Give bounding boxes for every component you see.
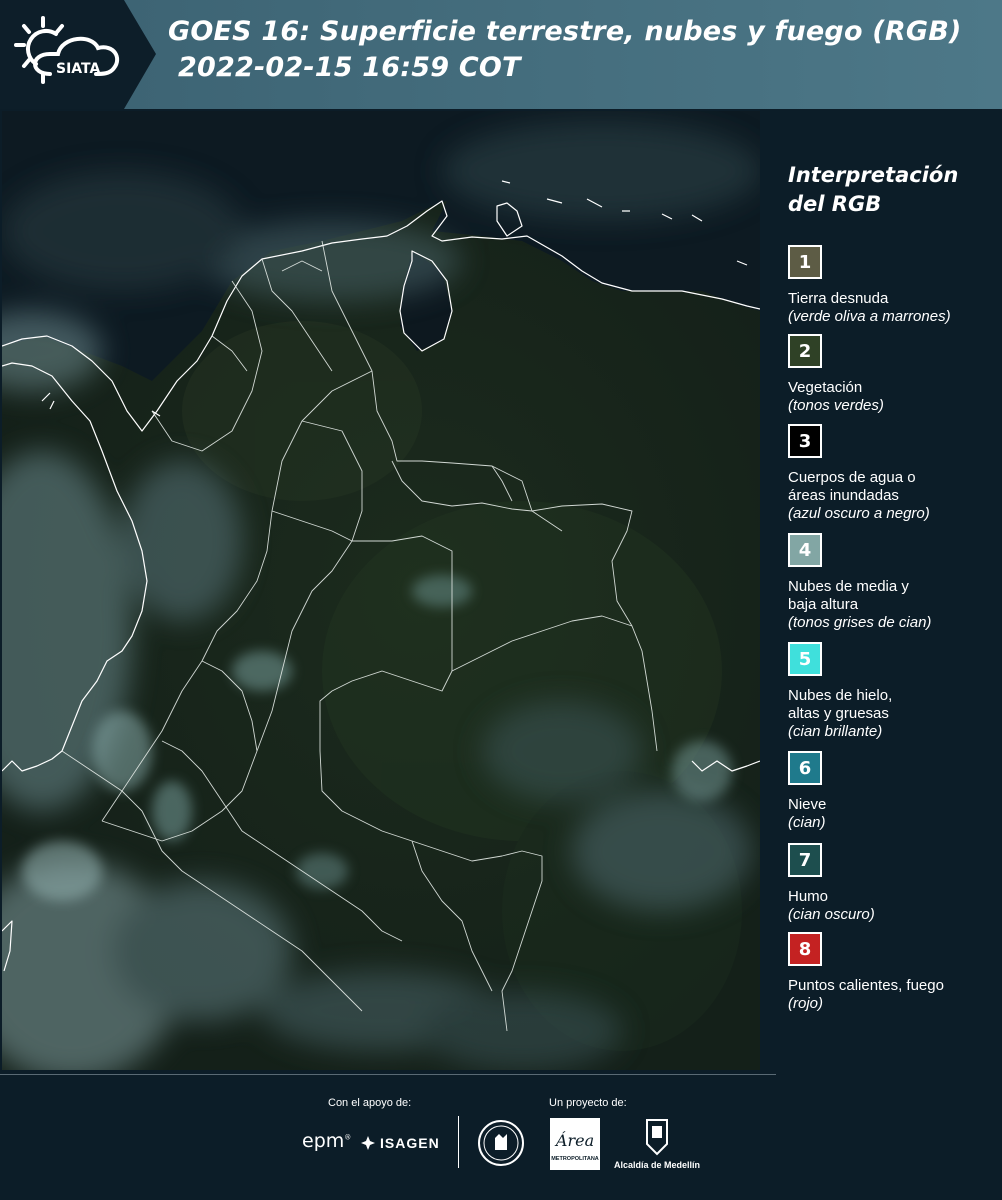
legend-number: 3 (798, 430, 812, 452)
legend-label: Humo (788, 888, 829, 905)
satellite-map[interactable] (2, 111, 760, 1070)
legend-item-ice-clouds: 5 Nubes de hielo, altas y gruesas (cian … (788, 642, 998, 741)
legend-sub: (cian oscuro) (788, 906, 875, 923)
legend-item-bare-soil: 1 Tierra desnuda (verde oliva a marrones… (788, 245, 998, 326)
legend-panel: Interpretación del RGB 1 Tierra desnuda … (760, 109, 1002, 1074)
legend-number: 5 (798, 648, 812, 670)
legend-swatch: 8 (788, 932, 822, 966)
legend-item-smoke: 7 Humo (cian oscuro) (788, 843, 998, 924)
legend-title-line-1: Interpretación (788, 163, 959, 187)
legend-sub: (rojo) (788, 995, 824, 1012)
legend-item-fire: 8 Puntos calientes, fuego (rojo) (788, 932, 998, 1013)
page-title: GOES 16: Superficie terrestre, nubes y f… (168, 14, 962, 86)
legend-label: Nubes de hielo, altas y gruesas (788, 687, 893, 722)
legend-swatch: 1 (788, 245, 822, 279)
legend-item-vegetation: 2 Vegetación (tonos verdes) (788, 334, 998, 415)
legend-label: Vegetación (788, 379, 863, 396)
title-line-1: GOES 16: Superficie terrestre, nubes y f… (168, 16, 962, 47)
legend-swatch: 3 (788, 424, 822, 458)
legend-title: Interpretación del RGB (788, 161, 988, 219)
area-logo-icon: Área METROPOLITANA (550, 1118, 600, 1170)
area-logo-text: Área (554, 1130, 594, 1150)
siata-logo: SIATA (10, 12, 140, 98)
area-metropolitana-logo: Área METROPOLITANA (550, 1118, 600, 1170)
title-line-2: 2022-02-15 16:59 COT (178, 52, 521, 83)
isagen-logo: ISAGEN (360, 1132, 440, 1154)
legend-sub: (azul oscuro a negro) (788, 505, 930, 522)
project-label: Un proyecto de: (549, 1097, 627, 1109)
legend-swatch: 7 (788, 843, 822, 877)
legend-number: 8 (798, 938, 812, 960)
legend-number: 6 (798, 757, 812, 779)
legend-sub: (cian brillante) (788, 723, 883, 740)
legend-item-water: 3 Cuerpos de agua o áreas inundadas (azu… (788, 424, 998, 523)
header: SIATA GOES 16: Superficie terrestre, nub… (0, 0, 1002, 109)
legend-sub: (tonos verdes) (788, 397, 884, 414)
legend-swatch: 2 (788, 334, 822, 368)
legend-sub: (tonos grises de cian) (788, 614, 932, 631)
legend-item-snow: 6 Nieve (cian) (788, 751, 998, 832)
legend-swatch: 6 (788, 751, 822, 785)
legend-number: 2 (798, 340, 812, 362)
epm-logo-text: epm (302, 1130, 345, 1152)
alcaldia-medellin-logo: Alcaldía de Medellín (612, 1118, 702, 1174)
legend-label: Nubes de media y baja altura (788, 578, 909, 613)
satellite-image (2, 111, 760, 1070)
legend-number: 7 (798, 849, 812, 871)
legend-swatch: 5 (788, 642, 822, 676)
medellin-logo-text: Alcaldía de Medellín (613, 1160, 701, 1170)
sun-cloud-icon: SIATA (14, 16, 120, 84)
legend-label: Tierra desnuda (788, 290, 889, 307)
legend-label: Nieve (788, 796, 827, 813)
footer-divider (458, 1116, 459, 1168)
isagen-logo-text: ISAGEN (380, 1135, 440, 1151)
medellin-shield-icon (646, 1119, 668, 1156)
legend-title-line-2: del RGB (788, 192, 882, 216)
isagen-mark-icon (361, 1136, 375, 1150)
logo-text: SIATA (56, 61, 101, 77)
legend-number: 1 (798, 251, 812, 273)
legend-sub: (verde oliva a marrones) (788, 308, 951, 325)
area-logo-subtext: METROPOLITANA (551, 1156, 599, 1162)
epm-logo: epm® (302, 1130, 352, 1152)
legend-swatch: 4 (788, 533, 822, 567)
legend-sub: (cian) (788, 814, 826, 831)
legend-label: Puntos calientes, fuego (788, 977, 944, 994)
legend-item-mid-low-clouds: 4 Nubes de media y baja altura (tonos gr… (788, 533, 998, 632)
legend-number: 4 (798, 539, 812, 561)
support-label: Con el apoyo de: (328, 1097, 412, 1109)
legend-label: Cuerpos de agua o áreas inundadas (788, 469, 916, 504)
seal-logo-icon (478, 1120, 524, 1166)
footer: Con el apoyo de: Un proyecto de: epm® IS… (0, 1074, 1002, 1200)
footer-divider-line (0, 1074, 776, 1075)
